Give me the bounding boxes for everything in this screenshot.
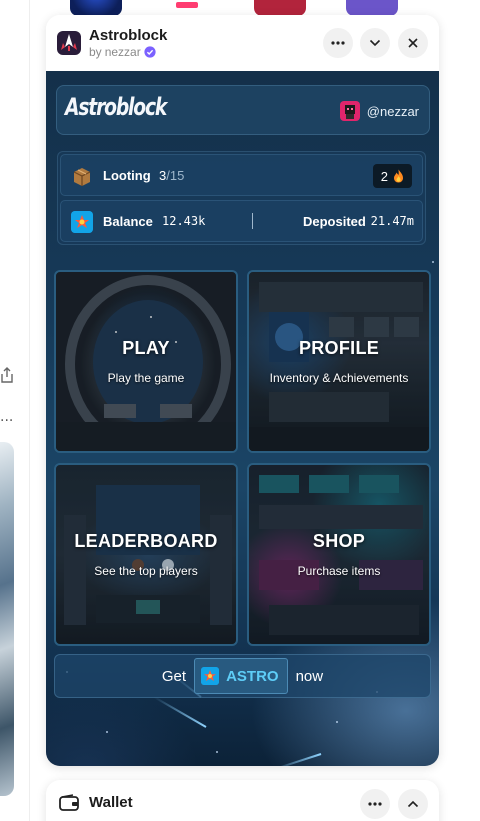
close-button[interactable] [398,28,428,58]
left-partial-column: ··· [0,0,30,821]
profile-tile-shade [249,272,429,451]
wallet-title: Wallet [89,794,133,811]
byline-prefix: by [89,45,102,59]
cta-suffix: now [295,667,324,685]
more-dots-icon[interactable]: ··· [0,413,13,429]
streak-badge: 2 [372,164,412,188]
shop-title: SHOP [312,531,366,551]
chevron-down-icon [369,39,381,47]
profile-tile[interactable]: PROFILE Inventory & Achievements [247,270,431,453]
game-topbar: Astroblock @nezzar [56,85,430,135]
wallet-expand-button[interactable] [398,789,428,819]
balance-label: Balance [103,214,153,229]
leaderboard-tile-shade [56,465,236,644]
more-icon [368,802,382,806]
app-icon-2[interactable] [176,0,202,16]
astro-token-icon [201,667,220,685]
more-icon [331,41,345,45]
miniapp-card: Astroblock by nezzar Astroblock @nezzar … [46,15,439,766]
deposited-value: 21.47m [370,214,414,228]
app-title: Astroblock [89,27,168,44]
verified-badge-icon [144,46,156,58]
leaderboard-title: LEADERBOARD [74,531,218,551]
shop-tile-shade [249,465,429,644]
game-logo: Astroblock [65,93,167,121]
user-chip[interactable]: @nezzar [339,101,419,121]
wallet-icon [59,794,79,811]
astroblock-app-icon [57,31,81,55]
astro-token-label: ASTRO [226,667,279,685]
crate-icon [73,168,91,186]
play-tile-shade [56,272,236,451]
card-header: Astroblock by nezzar [46,15,439,71]
divider [252,213,253,229]
username: @nezzar [366,103,419,119]
play-tile[interactable]: PLAY Play the game [54,270,238,453]
get-astro-button[interactable]: Get ASTRO now [54,654,431,698]
chevron-up-icon [407,800,419,808]
app-byline[interactable]: by nezzar [89,45,156,59]
share-icon[interactable] [0,366,14,384]
balance-value: 12.43k [162,214,206,228]
balance-row: Balance 12.43k Deposited 21.47m [60,200,423,242]
partial-preview-image[interactable] [0,442,14,796]
close-icon [408,38,418,48]
looting-row: Looting 3/15 2 [60,154,423,196]
app-icon-1[interactable] [70,0,122,16]
looting-count: 3/15 [159,168,184,183]
stats-panel: Looting 3/15 2 Balance 12.43k Deposited … [57,151,426,245]
collapse-button[interactable] [360,28,390,58]
deposited-label: Deposited [303,214,366,229]
wallet-more-button[interactable] [360,789,390,819]
play-subtitle: Play the game [107,371,185,385]
app-icon-4[interactable] [346,0,398,16]
leaderboard-tile[interactable]: LEADERBOARD See the top players [54,463,238,646]
shop-subtitle: Purchase items [297,564,381,578]
profile-title: PROFILE [298,338,380,358]
more-options-button[interactable] [323,28,353,58]
leaderboard-subtitle: See the top players [94,564,198,578]
streak-count: 2 [380,168,388,184]
play-title: PLAY [122,338,170,358]
fire-icon [394,169,403,183]
astro-token-icon [71,211,93,233]
looting-label: Looting [103,168,151,183]
author-name[interactable]: nezzar [105,45,141,59]
app-icon-3[interactable] [254,0,306,16]
shop-tile[interactable]: SHOP Purchase items [247,463,431,646]
profile-subtitle: Inventory & Achievements [269,371,409,385]
cta-prefix: Get [161,667,187,685]
wallet-card: Wallet [46,780,439,821]
user-avatar [339,101,360,121]
game-frame[interactable]: Astroblock @nezzar Looting 3/15 2 Balanc… [46,71,439,766]
astro-chip: ASTRO [194,658,288,694]
looting-max: /15 [166,168,185,183]
